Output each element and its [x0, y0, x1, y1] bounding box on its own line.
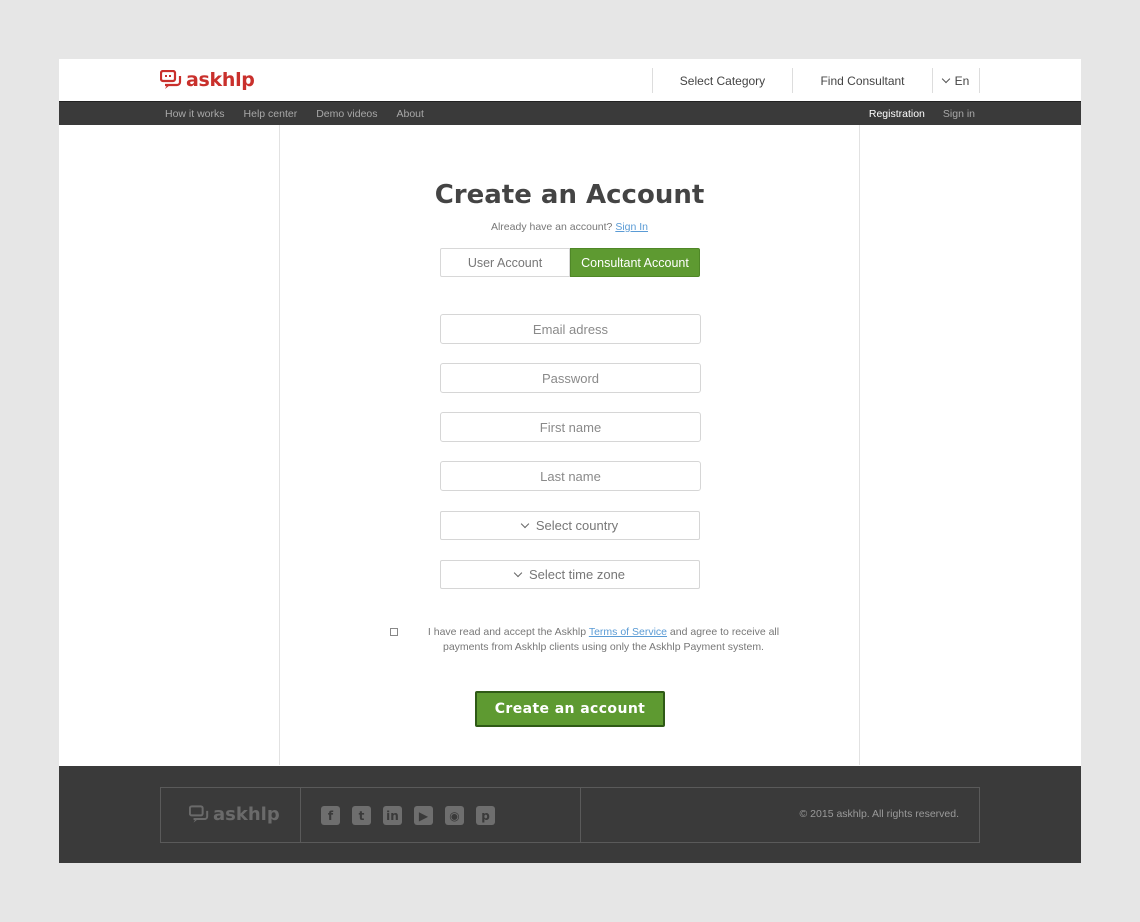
- facebook-icon[interactable]: f: [321, 806, 340, 825]
- rss-icon[interactable]: ◉: [445, 806, 464, 825]
- footer-logo[interactable]: askhlp: [189, 804, 280, 825]
- top-header: askhlp Select Category Find Consultant E…: [59, 59, 1081, 101]
- first-name-field[interactable]: [440, 412, 701, 442]
- nav-help-center[interactable]: Help center: [244, 108, 298, 120]
- top-nav: Select Category Find Consultant En: [652, 68, 980, 93]
- chevron-down-icon: [513, 568, 523, 577]
- logo[interactable]: askhlp: [160, 69, 255, 91]
- registration-panel: Create an Account Already have an accoun…: [279, 125, 860, 765]
- pinterest-icon[interactable]: p: [476, 806, 495, 825]
- country-select-label: Select country: [535, 518, 619, 533]
- signin-prompt: Already have an account? Sign In: [280, 221, 859, 233]
- language-label: En: [954, 73, 970, 88]
- footer: askhlp f t in ▶ ◉ p © 2015 askhlp. All r…: [59, 766, 1081, 863]
- chevron-down-icon: [520, 519, 530, 528]
- secondary-nav: How it works Help center Demo videos Abo…: [59, 101, 1081, 125]
- chevron-down-icon: [941, 74, 950, 83]
- nav-sign-in[interactable]: Sign in: [943, 108, 975, 120]
- language-selector[interactable]: En: [932, 68, 980, 93]
- footer-logo-text: askhlp: [213, 804, 280, 825]
- chat-bubbles-icon: [160, 70, 182, 89]
- youtube-icon[interactable]: ▶: [414, 806, 433, 825]
- timezone-select-label: Select time zone: [528, 567, 626, 582]
- find-consultant-link[interactable]: Find Consultant: [792, 68, 932, 93]
- social-links: f t in ▶ ◉ p: [321, 806, 507, 825]
- logo-text: askhlp: [186, 69, 255, 91]
- footer-divider: [300, 788, 301, 842]
- terms-of-service-link[interactable]: Terms of Service: [589, 626, 667, 638]
- last-name-field[interactable]: [440, 461, 701, 491]
- password-field[interactable]: [440, 363, 701, 393]
- linkedin-icon[interactable]: in: [383, 806, 402, 825]
- page-frame: askhlp Select Category Find Consultant E…: [59, 59, 1081, 863]
- country-select[interactable]: Select country: [440, 511, 700, 540]
- footer-box: askhlp f t in ▶ ◉ p © 2015 askhlp. All r…: [160, 787, 980, 843]
- terms-text: I have read and accept the Askhlp Terms …: [406, 625, 801, 655]
- footer-divider: [580, 788, 581, 842]
- terms-checkbox[interactable]: [390, 628, 398, 636]
- copyright-text: © 2015 askhlp. All rights reserved.: [799, 808, 959, 820]
- signin-prompt-text: Already have an account?: [490, 221, 613, 233]
- nav-demo-videos[interactable]: Demo videos: [316, 108, 377, 120]
- nav-about[interactable]: About: [397, 108, 424, 120]
- create-account-button[interactable]: Create an account: [475, 691, 665, 727]
- twitter-icon[interactable]: t: [352, 806, 371, 825]
- nav-how-it-works[interactable]: How it works: [165, 108, 225, 120]
- tab-consultant-account[interactable]: Consultant Account: [570, 248, 700, 277]
- account-type-toggle: User Account Consultant Account: [440, 248, 700, 277]
- select-category-link[interactable]: Select Category: [652, 68, 792, 93]
- page-title: Create an Account: [434, 180, 705, 210]
- signin-link[interactable]: Sign In: [615, 221, 648, 233]
- terms-text-before: I have read and accept the Askhlp: [427, 626, 589, 638]
- tab-user-account[interactable]: User Account: [440, 248, 570, 277]
- timezone-select[interactable]: Select time zone: [440, 560, 700, 589]
- terms-agreement: I have read and accept the Askhlp Terms …: [390, 625, 810, 655]
- chat-bubbles-icon: [189, 805, 209, 823]
- nav-registration[interactable]: Registration: [869, 108, 925, 120]
- email-field[interactable]: [440, 314, 701, 344]
